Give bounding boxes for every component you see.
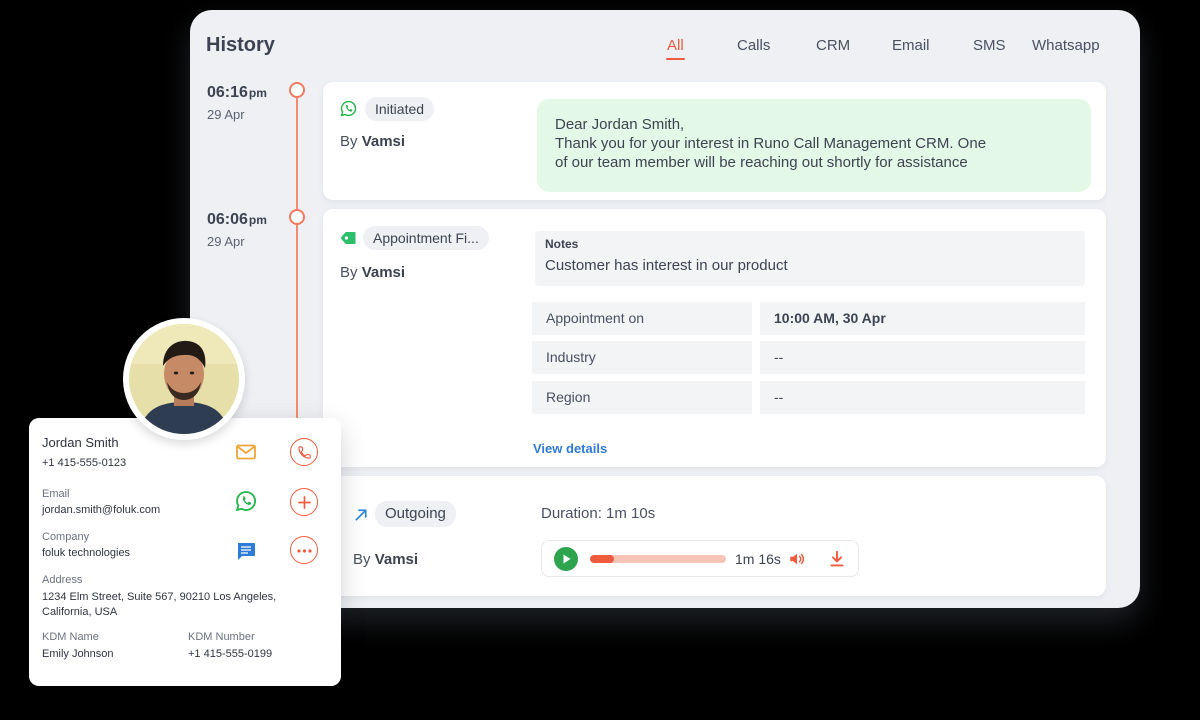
download-icon[interactable]: [829, 550, 845, 568]
contact-email: jordan.smith@foluk.com: [42, 504, 161, 516]
author-name: Vamsi: [361, 264, 406, 281]
time-value: 06:16: [207, 84, 248, 101]
history-item-appointment[interactable]: Appointment Fi... By Vamsi Notes Custome…: [323, 209, 1106, 467]
address-line: California, USA: [42, 606, 118, 618]
notes-text: Customer has interest in our product: [545, 257, 788, 274]
kdm-name-label: KDM Name: [42, 631, 99, 643]
field-value: 10:00 AM, 30 Apr: [760, 302, 1085, 335]
field-value: --: [760, 381, 1085, 414]
kdm-number: +1 415-555-0199: [188, 648, 273, 660]
address-line: 1234 Elm Street, Suite 567, 90210 Los An…: [42, 591, 277, 603]
contact-name: Jordan Smith: [42, 435, 119, 450]
tab-sms[interactable]: SMS: [973, 37, 1006, 54]
field-label: Industry: [532, 341, 752, 374]
phone-icon: [297, 445, 312, 460]
mail-icon[interactable]: [236, 444, 256, 460]
message-bubble: Dear Jordan Smith, Thank you for your in…: [537, 99, 1091, 192]
company-label: Company: [42, 531, 90, 543]
view-details-link[interactable]: View details: [533, 441, 607, 456]
contact-card: Jordan Smith +1 415-555-0123 Email jorda…: [29, 418, 341, 686]
active-tab-indicator: [666, 58, 685, 60]
time-value: 06:06: [207, 211, 248, 228]
audio-progress-bar[interactable]: [590, 555, 726, 563]
volume-icon[interactable]: [788, 550, 806, 568]
author-line: By Vamsi: [340, 133, 405, 150]
field-label: Region: [532, 381, 752, 414]
author-line: By Vamsi: [340, 264, 405, 281]
audio-time: 1m 16s: [735, 551, 781, 567]
status-chip: Appointment Fi...: [363, 226, 489, 250]
kdm-name: Emily Johnson: [42, 648, 114, 660]
status-chip: Initiated: [365, 97, 435, 121]
status-chip: Outgoing: [375, 501, 456, 527]
timeline-time-1: 06:16pm 29 Apr: [207, 84, 267, 122]
tab-calls[interactable]: Calls: [737, 37, 770, 54]
outgoing-arrow-icon: [353, 506, 370, 523]
timeline-line: [296, 98, 298, 423]
more-button[interactable]: [290, 536, 318, 564]
history-item-whatsapp[interactable]: Initiated By Vamsi Dear Jordan Smith, Th…: [323, 82, 1106, 200]
more-icon: [297, 549, 312, 553]
notes-box: Notes Customer has interest in our produ…: [535, 231, 1085, 286]
play-icon[interactable]: [554, 547, 578, 571]
plus-icon: [298, 496, 311, 509]
message-icon[interactable]: [236, 542, 256, 561]
call-duration: Duration: 1m 10s: [541, 505, 656, 522]
message-line: of our team member will be reaching out …: [555, 154, 968, 171]
tab-email[interactable]: Email: [892, 37, 930, 54]
author-line: By Vamsi: [353, 551, 418, 568]
timeline-dot: [289, 209, 305, 225]
filter-tabs: All Calls CRM Email SMS Whatsapp: [190, 37, 1140, 63]
message-line: Dear Jordan Smith,: [555, 116, 685, 133]
timeline-dot: [289, 82, 305, 98]
time-ampm: pm: [248, 213, 267, 227]
field-label: Appointment on: [532, 302, 752, 335]
time-ampm: pm: [248, 86, 267, 100]
tab-whatsapp[interactable]: Whatsapp: [1032, 37, 1100, 54]
avatar: [123, 318, 245, 440]
contact-phone: +1 415-555-0123: [42, 457, 127, 469]
audio-progress-fill: [590, 555, 615, 563]
author-name: Vamsi: [374, 551, 419, 568]
avatar-photo: [129, 324, 239, 434]
tag-icon: [339, 230, 357, 246]
kdm-number-label: KDM Number: [188, 631, 255, 643]
contact-address: 1234 Elm Street, Suite 567, 90210 Los An…: [42, 590, 276, 620]
call-button[interactable]: [290, 438, 318, 466]
email-label: Email: [42, 488, 70, 500]
by-prefix: By: [340, 133, 358, 150]
contact-company: foluk technologies: [42, 547, 131, 559]
by-prefix: By: [340, 264, 358, 281]
notes-title: Notes: [545, 237, 579, 251]
history-item-call[interactable]: Outgoing By Vamsi Duration: 1m 10s 1m 16…: [323, 476, 1106, 596]
whatsapp-icon[interactable]: [235, 490, 257, 512]
by-prefix: By: [353, 551, 371, 568]
time-date: 29 Apr: [207, 107, 245, 122]
message-line: Thank you for your interest in Runo Call…: [555, 135, 987, 152]
whatsapp-icon: [340, 100, 357, 117]
add-button[interactable]: [290, 488, 318, 516]
audio-player: 1m 16s: [541, 540, 859, 577]
tab-all[interactable]: All: [667, 37, 684, 54]
author-name: Vamsi: [361, 133, 406, 150]
field-value: --: [760, 341, 1085, 374]
time-date: 29 Apr: [207, 234, 245, 249]
address-label: Address: [42, 574, 83, 586]
timeline-time-2: 06:06pm 29 Apr: [207, 211, 267, 249]
tab-crm[interactable]: CRM: [816, 37, 850, 54]
